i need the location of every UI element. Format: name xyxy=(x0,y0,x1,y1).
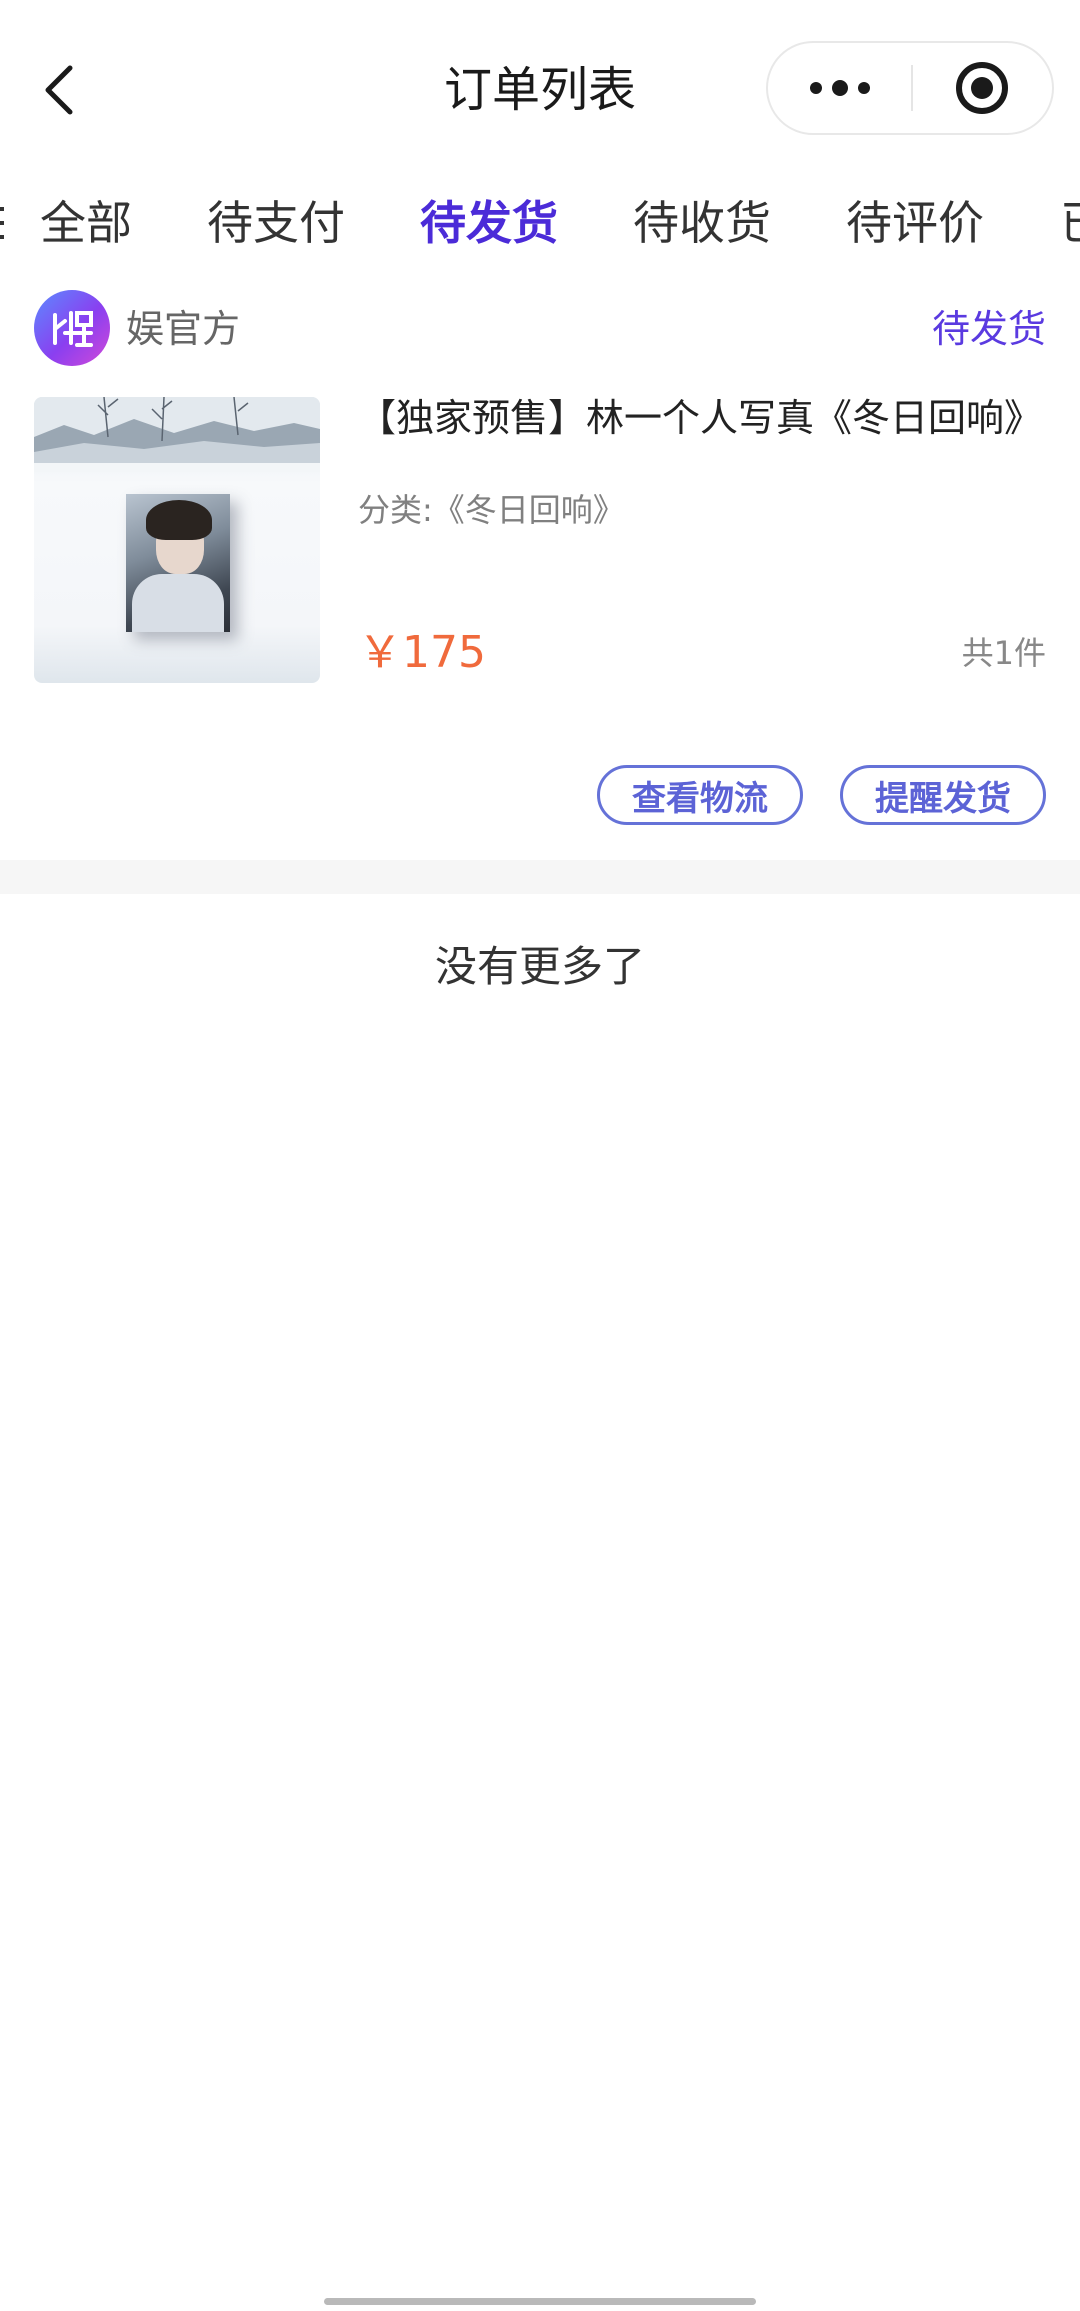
product-image[interactable] xyxy=(34,397,320,683)
product-category: 分类:《冬日回响》 xyxy=(358,491,625,529)
tab-pending-review[interactable]: 待评价 xyxy=(846,183,984,263)
shop-logo xyxy=(34,290,110,366)
photo-coat xyxy=(132,574,224,632)
tab-pending-payment[interactable]: 待支付 xyxy=(207,183,345,263)
remind-shipment-button[interactable]: 提醒发货 xyxy=(840,765,1046,825)
shop-row: 娱官方 待发货 xyxy=(34,290,1046,370)
more-button[interactable] xyxy=(768,43,912,133)
shop-name[interactable]: 娱官方 xyxy=(126,294,240,364)
section-divider xyxy=(0,860,1080,894)
product-count: 共1件 xyxy=(961,634,1046,672)
tab-pending-shipment[interactable]: 待发货 xyxy=(420,183,558,263)
navigation-bar: 订单列表 xyxy=(0,0,1080,175)
product-title[interactable]: 【独家预售】林一个人写真《冬日回响》 xyxy=(358,390,1046,446)
home-indicator[interactable] xyxy=(324,2298,756,2305)
view-logistics-button[interactable]: 查看物流 xyxy=(597,765,803,825)
close-button[interactable] xyxy=(912,43,1052,133)
mini-program-capsule xyxy=(766,41,1054,135)
shop-logo-icon xyxy=(53,311,93,347)
order-card[interactable]: 娱官方 待发货 【独家预售】林一个人写真《冬日回响》 分类:《冬日回响》 ￥17… xyxy=(0,285,1080,860)
product-price: ￥175 xyxy=(358,627,486,678)
tab-pending-receipt[interactable]: 待收货 xyxy=(633,183,771,263)
tab-all[interactable]: 全部 xyxy=(40,183,132,263)
no-more-text: 没有更多了 xyxy=(434,942,645,991)
order-status: 待发货 xyxy=(931,307,1046,351)
target-circle-icon xyxy=(956,62,1008,114)
snowy-trees-scenery xyxy=(34,397,320,472)
photo-book xyxy=(126,494,230,632)
tab-overflow-edge xyxy=(0,207,4,239)
photo-hair xyxy=(146,500,212,540)
order-status-tabs: 全部 待支付 待发货 待收货 待评价 已 xyxy=(0,175,1080,285)
tab-completed[interactable]: 已 xyxy=(1060,183,1080,263)
more-dots-icon xyxy=(810,80,870,96)
